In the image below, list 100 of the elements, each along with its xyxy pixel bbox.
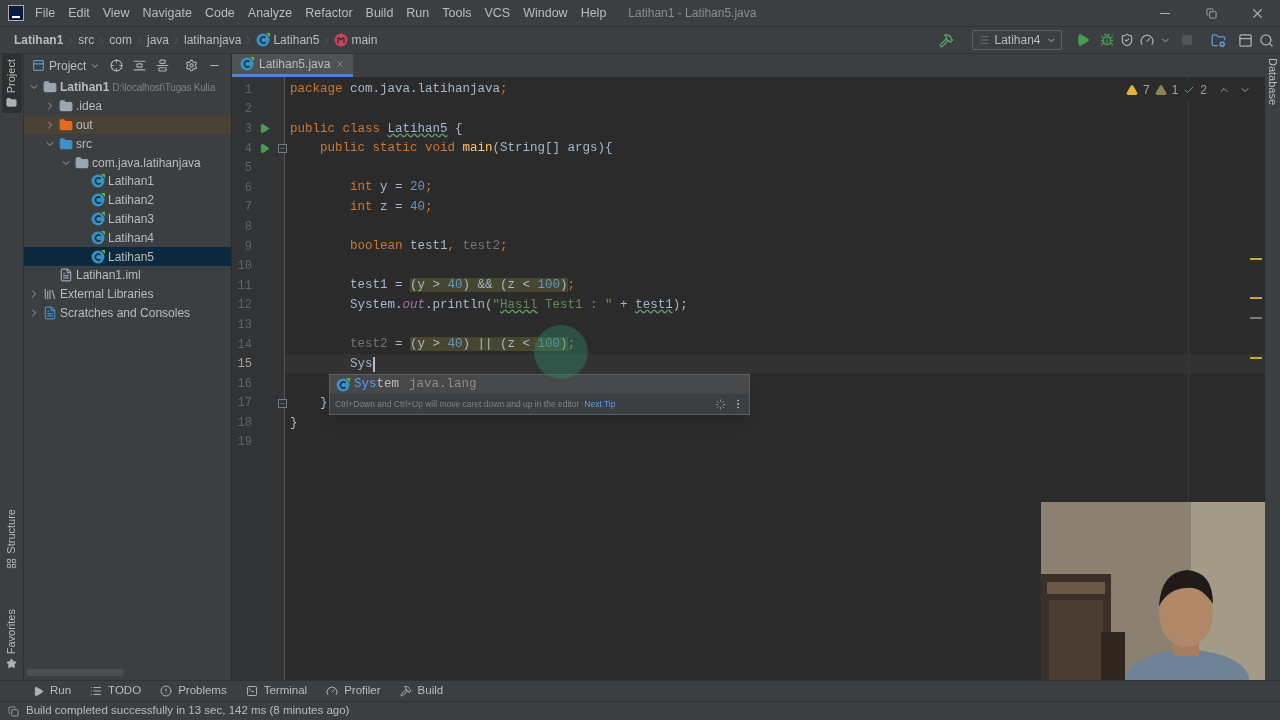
fold-icon[interactable] xyxy=(278,144,287,154)
menu-item[interactable]: Refactor xyxy=(305,3,353,23)
breadcrumb[interactable]: main xyxy=(351,31,378,49)
code-line: package com.java.latihanjava; xyxy=(290,81,508,99)
check-icon xyxy=(1183,84,1196,96)
tool-window-button[interactable]: Terminal xyxy=(245,682,308,700)
tree-item-label: Latihan3 xyxy=(108,210,155,228)
settings-icon[interactable] xyxy=(185,59,199,72)
breadcrumb[interactable]: Latihan5 xyxy=(273,31,320,49)
breadcrumb[interactable]: latihanjava xyxy=(184,31,242,49)
tree-item-label: External Libraries xyxy=(60,286,154,304)
app-logo xyxy=(8,5,24,21)
code-line: public static void main(String[] args){ xyxy=(319,140,613,158)
tree-item-label: out xyxy=(76,117,93,134)
tool-window-button[interactable]: TODO xyxy=(90,682,142,700)
tree-item-label: Latihan1.iml xyxy=(76,267,141,285)
breadcrumb[interactable]: Latihan1 xyxy=(14,31,64,49)
window-title: Latihan1 - Latihan5.java xyxy=(628,5,757,22)
tool-window-button[interactable]: Problems xyxy=(160,682,227,700)
menu-item[interactable]: Build xyxy=(365,3,394,23)
run-gutter-icon[interactable] xyxy=(259,143,270,155)
locate-icon[interactable] xyxy=(110,59,124,72)
window-icon[interactable] xyxy=(1238,32,1253,48)
minimize-icon xyxy=(1160,12,1170,14)
run-gutter-icon[interactable] xyxy=(259,123,270,135)
next-tip-link[interactable]: Next Tip xyxy=(584,397,616,411)
fold-icon[interactable] xyxy=(278,398,287,408)
tool-window-button[interactable]: Profiler xyxy=(326,682,381,700)
tree-item[interactable]: External Libraries xyxy=(24,284,231,304)
menu-item[interactable]: Code xyxy=(204,3,235,23)
file-icon xyxy=(59,268,73,283)
tree-item[interactable]: src xyxy=(24,134,231,154)
tree-item[interactable]: out xyxy=(24,115,231,135)
tree-item[interactable]: Latihan1.iml xyxy=(24,265,231,285)
tree-item[interactable]: Latihan1 xyxy=(24,172,231,191)
menu-item[interactable]: Navigate xyxy=(142,3,192,23)
hammer-icon[interactable] xyxy=(939,32,954,48)
breadcrumb[interactable]: com xyxy=(109,31,132,49)
code-line: int z = 40; xyxy=(349,199,433,216)
menu-item[interactable]: Tools xyxy=(442,3,472,23)
tree-item[interactable]: Latihan2 xyxy=(24,190,231,210)
tool-window-tab[interactable]: Favorites xyxy=(1,603,22,674)
code-line: } xyxy=(290,414,298,432)
run-icon[interactable] xyxy=(1076,33,1090,47)
profile-icon[interactable] xyxy=(1140,33,1154,47)
class-icon xyxy=(91,230,105,245)
project-structure-icon[interactable] xyxy=(1211,32,1226,48)
tree-item[interactable]: Scratches and Consoles xyxy=(24,303,231,323)
warning-count: 7 xyxy=(1142,82,1150,99)
typo-count: 2 xyxy=(1200,82,1207,99)
breadcrumb[interactable]: java xyxy=(147,31,170,49)
terminal-icon xyxy=(245,685,258,697)
run-config-dropdown[interactable]: Latihan4 xyxy=(972,30,1062,50)
tree-item[interactable]: Latihan4 xyxy=(24,228,231,248)
tree-item-label: com.java.latihanjava xyxy=(92,154,201,172)
text-caret xyxy=(372,356,375,372)
warning-icon xyxy=(1125,84,1138,96)
warning-icon xyxy=(1154,84,1167,96)
class-icon xyxy=(256,33,271,47)
completion-item[interactable]: System java.lang xyxy=(330,375,749,394)
editor-tab[interactable]: Latihan5.java xyxy=(232,54,354,77)
status-icon[interactable] xyxy=(8,705,19,717)
menu-item[interactable]: Edit xyxy=(68,3,90,23)
menu-item[interactable]: Help xyxy=(580,3,607,23)
class-icon xyxy=(91,211,105,226)
code-line: test2 = (y > 40) || (z < 100); xyxy=(349,336,576,354)
tool-window-button[interactable]: Build xyxy=(399,682,444,700)
panel-title: Project xyxy=(49,57,87,75)
menu-item[interactable]: Analyze xyxy=(247,3,293,23)
tool-window-button[interactable]: Run xyxy=(33,682,72,700)
loading-icon xyxy=(715,398,726,410)
tool-window-tab[interactable]: Project xyxy=(1,54,22,114)
tree-item[interactable]: Latihan1 D:\localhost\Tugas Kulia xyxy=(24,78,231,97)
class-icon xyxy=(91,249,105,264)
collapse-all-icon[interactable] xyxy=(156,59,170,72)
list-icon xyxy=(90,685,103,697)
tree-item[interactable]: Latihan5 xyxy=(24,247,231,266)
search-icon[interactable] xyxy=(1259,32,1274,48)
menu-item[interactable]: Window xyxy=(523,3,568,23)
coverage-icon[interactable] xyxy=(1120,33,1134,47)
menu-item[interactable]: Run xyxy=(406,3,430,23)
debug-icon[interactable] xyxy=(1100,33,1114,47)
inspections-widget[interactable]: 7 1 2 xyxy=(1125,81,1251,99)
expand-all-icon[interactable] xyxy=(133,59,147,72)
structure-icon xyxy=(6,557,17,569)
tool-window-tab[interactable]: Structure xyxy=(1,504,22,574)
tree-item[interactable]: Latihan3 xyxy=(24,209,231,229)
breadcrumb[interactable]: src xyxy=(78,31,95,49)
close-icon[interactable] xyxy=(335,59,346,69)
tool-window-tab[interactable]: Database xyxy=(1264,54,1280,106)
tree-item[interactable]: com.java.latihanjava xyxy=(24,153,231,172)
tree-item-label: Latihan4 xyxy=(108,229,155,247)
project-view-dropdown[interactable]: Project xyxy=(32,56,101,75)
menu-item[interactable]: File xyxy=(35,3,56,23)
menu-item[interactable]: View xyxy=(102,3,130,23)
tree-item[interactable]: .idea xyxy=(24,96,231,116)
cursor-highlight xyxy=(534,325,588,379)
restore-icon xyxy=(1205,7,1217,19)
completion-text: System xyxy=(354,376,400,394)
menu-item[interactable]: VCS xyxy=(484,3,511,23)
